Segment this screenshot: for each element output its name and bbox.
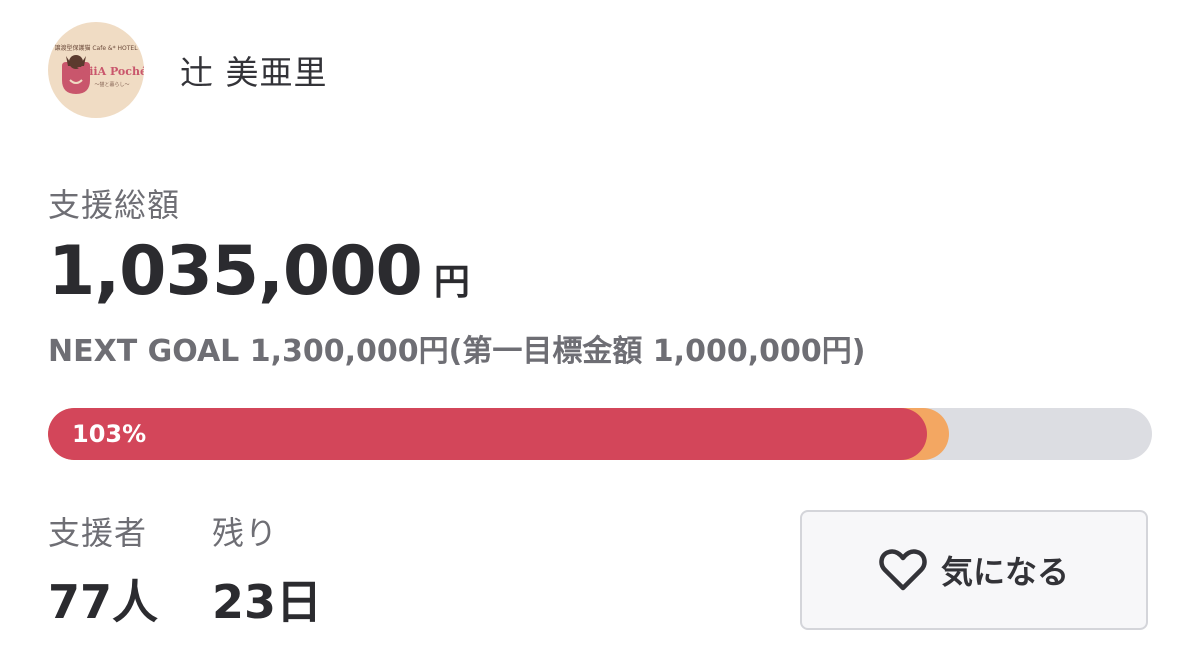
progress-percent-label: 103% <box>72 420 147 448</box>
favorite-button-label: 気になる <box>940 553 1069 591</box>
favorite-button[interactable]: 気になる <box>800 510 1148 630</box>
logo-brand: MiiA Poché <box>77 65 144 78</box>
progress-fill <box>48 408 927 460</box>
total-support-amount: 1,035,000 円 <box>48 232 470 311</box>
supporters-label: 支援者 <box>48 514 148 552</box>
cat-cafe-logo-icon: 譲渡型保護猫 Cafe &* HOTEL MiiA Poché 〜猫と暮らし〜 <box>54 44 144 94</box>
owner-name[interactable]: 辻 美亜里 <box>180 46 328 94</box>
total-amount-value: 1,035,000 <box>48 232 423 311</box>
avatar[interactable]: 譲渡型保護猫 Cafe &* HOTEL MiiA Poché 〜猫と暮らし〜 <box>48 22 144 118</box>
logo-sub: 〜猫と暮らし〜 <box>94 81 129 88</box>
total-support-label: 支援総額 <box>48 186 181 224</box>
currency-unit: 円 <box>433 262 470 303</box>
supporters-value: 77人 <box>48 575 159 629</box>
logo-tagline: 譲渡型保護猫 Cafe &* HOTEL <box>54 44 138 52</box>
supporters-stat: 支援者 77人 <box>48 508 158 632</box>
remaining-label: 残り <box>212 514 279 552</box>
remaining-stat: 残り 23日 <box>212 508 322 632</box>
heart-outline-icon <box>879 549 927 591</box>
next-goal-text: NEXT GOAL 1,300,000円(第一目標金額 1,000,000円) <box>48 334 866 369</box>
progress-bar: 103% <box>48 408 1152 460</box>
remaining-value: 23日 <box>212 575 323 629</box>
project-owner: 譲渡型保護猫 Cafe &* HOTEL MiiA Poché 〜猫と暮らし〜 … <box>48 22 328 118</box>
project-funding-card: 譲渡型保護猫 Cafe &* HOTEL MiiA Poché 〜猫と暮らし〜 … <box>0 0 1200 656</box>
